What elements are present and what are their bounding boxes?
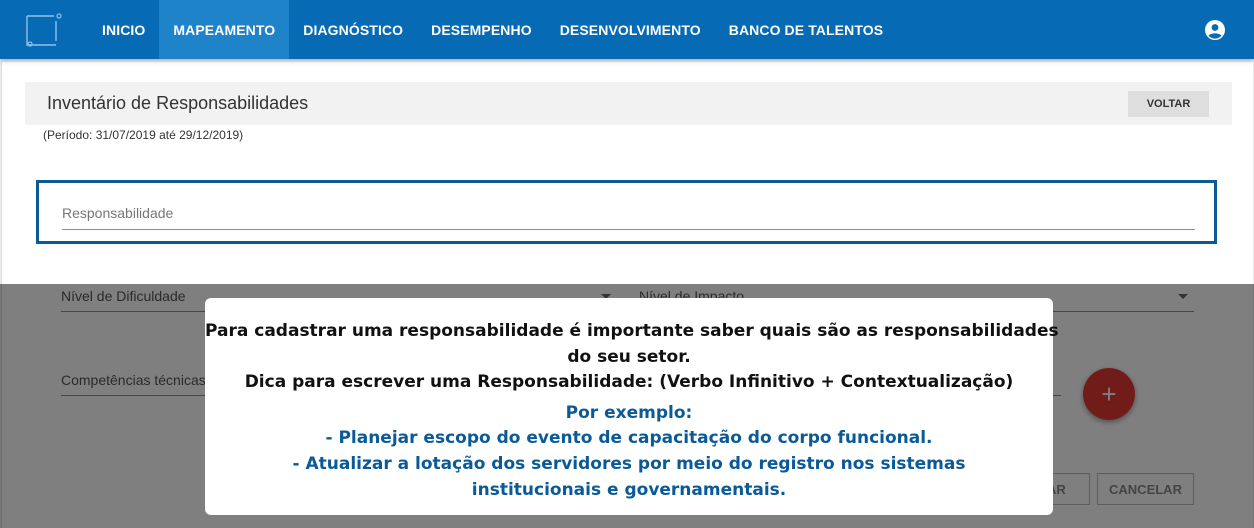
responsibility-label: Responsabilidade — [62, 205, 174, 221]
dialog-text-line1: Para cadastrar uma responsabilidade é im… — [205, 321, 1059, 341]
logo-icon[interactable] — [26, 13, 62, 47]
main-menu: INICIO MAPEAMENTO DIAGNÓSTICO DESEMPENHO… — [88, 0, 897, 59]
nav-item-desempenho[interactable]: DESEMPENHO — [417, 0, 546, 59]
card-header: Inventário de Responsabilidades VOLTAR — [25, 82, 1232, 125]
responsibility-highlight: Responsabilidade — [36, 180, 1217, 244]
responsibility-input[interactable]: Responsabilidade — [62, 204, 1195, 230]
nav-item-diagnostico[interactable]: DIAGNÓSTICO — [289, 0, 417, 59]
dialog-tip-line: Dica para escrever uma Responsabilidade:… — [244, 372, 1014, 392]
dialog-example-1: - Planejar escopo do evento de capacitaç… — [325, 428, 933, 448]
nav-item-banco-de-talentos[interactable]: BANCO DE TALENTOS — [715, 0, 897, 59]
period-text: (Período: 31/07/2019 até 29/12/2019) — [43, 128, 244, 142]
dialog-text-line2: do seu setor. — [567, 347, 691, 367]
back-button[interactable]: VOLTAR — [1128, 91, 1209, 117]
dialog-example-title: Por exemplo: — [565, 403, 693, 423]
nav-item-desenvolvimento[interactable]: DESENVOLVIMENTO — [546, 0, 715, 59]
nav-item-mapeamento[interactable]: MAPEAMENTO — [159, 0, 290, 59]
account-circle-icon[interactable] — [1205, 20, 1225, 40]
nav-item-inicio[interactable]: INICIO — [88, 0, 159, 59]
tip-dialog: Para cadastrar uma responsabilidade é im… — [205, 298, 1059, 515]
dialog-example-2a: - Atualizar a lotação dos servidores por… — [292, 454, 966, 474]
dialog-example-2b: institucionais e governamentais. — [471, 480, 787, 500]
top-navbar: INICIO MAPEAMENTO DIAGNÓSTICO DESEMPENHO… — [0, 0, 1254, 59]
page-title: Inventário de Responsabilidades — [47, 93, 309, 113]
